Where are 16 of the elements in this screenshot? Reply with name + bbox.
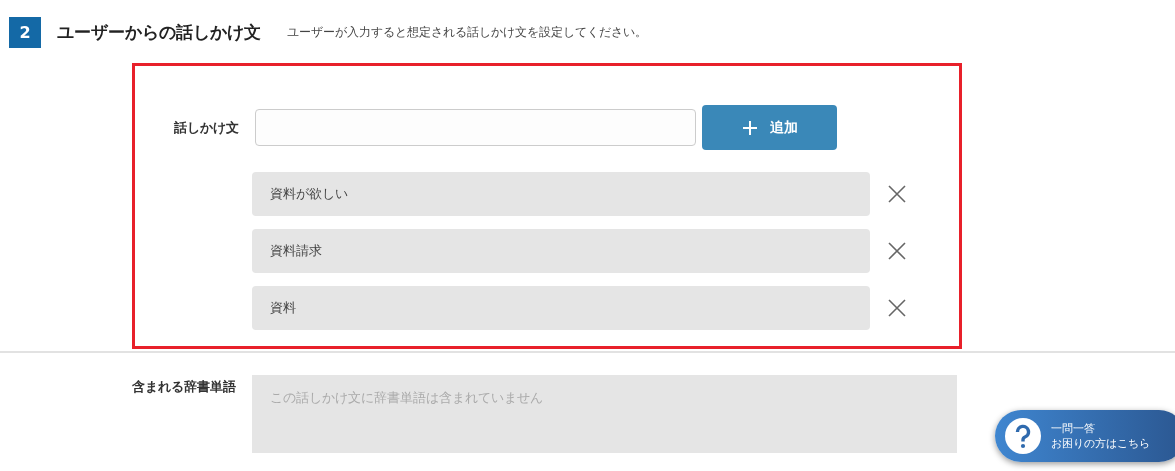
- question-icon: [1005, 418, 1041, 454]
- input-field[interactable]: [255, 109, 696, 146]
- section-description: ユーザーが入力すると想定される話しかけ文を設定してください。: [287, 25, 647, 40]
- utterance-item: 資料: [252, 286, 870, 330]
- dictionary-label: 含まれる辞書単語: [131, 378, 236, 396]
- add-button[interactable]: 追加: [702, 105, 837, 150]
- section-number: 2: [9, 17, 41, 48]
- close-icon[interactable]: [888, 242, 906, 260]
- close-icon[interactable]: [888, 299, 906, 317]
- section-title: ユーザーからの話しかけ文: [57, 21, 261, 44]
- help-button[interactable]: 一問一答 お困りの方はこちら: [995, 410, 1175, 462]
- utterance-item: 資料が欲しい: [252, 172, 870, 216]
- close-icon[interactable]: [888, 185, 906, 203]
- plus-icon: [741, 119, 758, 136]
- field-label: 話しかけ文: [173, 118, 239, 137]
- utterance-item: 資料請求: [252, 229, 870, 273]
